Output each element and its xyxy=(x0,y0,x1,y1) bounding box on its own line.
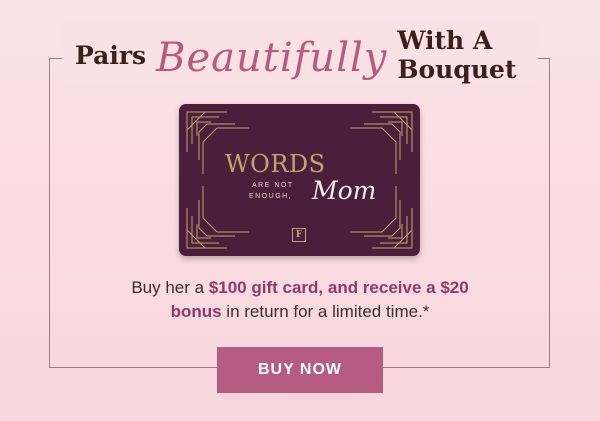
brand-logo-icon: F xyxy=(292,228,306,242)
offer-emphasis-bonus: bonus xyxy=(170,302,222,321)
offer-emphasis-amount: $100 gift card, and receive a $20 xyxy=(208,278,469,297)
card-line-enough: ENOUGH, xyxy=(249,193,293,200)
heading-script-beautifully: Beautifully xyxy=(156,35,388,81)
buy-now-button[interactable]: BUY NOW xyxy=(217,347,383,393)
promo-heading: Pairs Beautifully With A Bouquet xyxy=(75,25,525,85)
offer-description: Buy her a $100 gift card, and receive a … xyxy=(100,276,500,324)
offer-text-end: in return for a limited time.* xyxy=(221,302,430,321)
gift-card-image: WORDS ARE NOT ENOUGH, Mom F xyxy=(179,104,420,256)
offer-text-start: Buy her a xyxy=(131,278,209,297)
heading-word-pairs: Pairs xyxy=(75,40,147,70)
card-line-are-not: ARE NOT xyxy=(252,182,294,189)
heading-word-bouquet: With A Bouquet xyxy=(397,26,517,84)
card-title-words: WORDS xyxy=(225,150,326,178)
card-script-mom: Mom xyxy=(312,176,377,205)
